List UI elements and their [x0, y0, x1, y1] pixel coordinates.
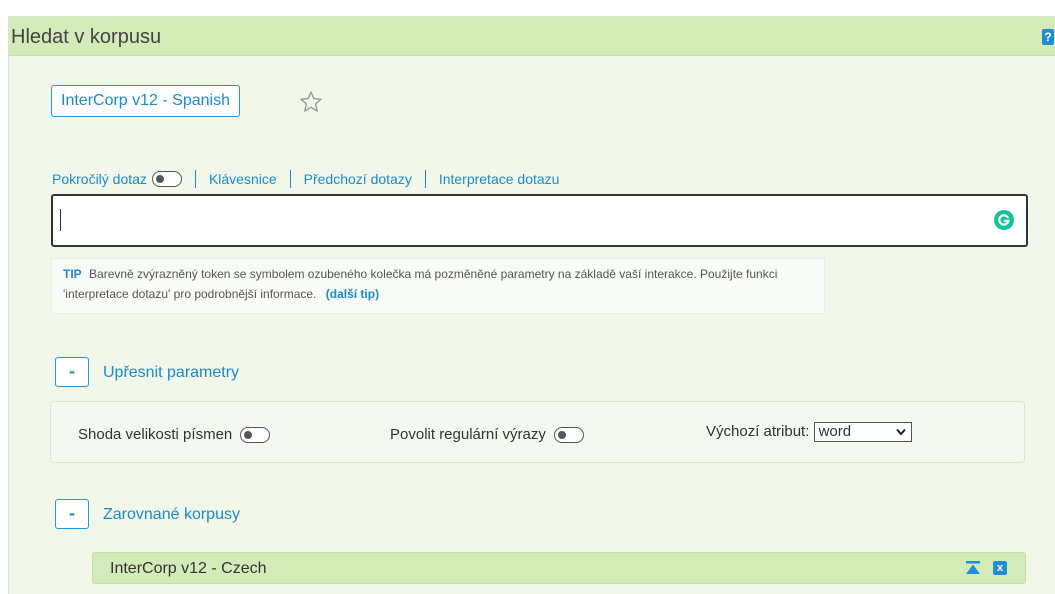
- default-attr-select[interactable]: word: [813, 422, 912, 442]
- advanced-query-link[interactable]: Pokročilý dotaz: [52, 171, 147, 187]
- case-sensitivity-label: Shoda velikosti písmen: [78, 426, 233, 443]
- query-history-link[interactable]: Předchozí dotazy: [304, 171, 412, 187]
- regex-label: Povolit regulární výrazy: [390, 426, 546, 443]
- refine-params-toggle-button[interactable]: -: [55, 357, 89, 387]
- aligned-corpora-title[interactable]: Zarovnané korpusy: [103, 506, 240, 524]
- aligned-corpus-item: InterCorp v12 - Czech x: [92, 552, 1026, 584]
- tip-label: TIP: [63, 267, 82, 281]
- close-icon[interactable]: x: [993, 561, 1007, 575]
- case-sensitivity-toggle[interactable]: [240, 427, 271, 444]
- tip-box: TIP Barevně zvýrazněný token se symbolem…: [51, 258, 825, 314]
- panel-header: Hledat v korpusu ?: [9, 17, 1055, 56]
- link-divider: [424, 170, 426, 188]
- aligned-corpus-name: InterCorp v12 - Czech: [110, 560, 267, 577]
- keyboard-link[interactable]: Klávesnice: [209, 171, 277, 187]
- default-attr-value: word: [818, 423, 852, 440]
- query-links: Pokročilý dotaz Klávesnice Předchozí dot…: [52, 170, 559, 188]
- params-panel: Shoda velikosti písmen Povolit regulární…: [50, 401, 1025, 463]
- next-tip-link[interactable]: (další tip): [326, 287, 379, 301]
- regex-toggle[interactable]: [554, 427, 585, 444]
- toggle-knob: [244, 431, 253, 440]
- text-caret: [60, 209, 61, 231]
- toggle-knob: [558, 431, 567, 440]
- aligned-corpora-toggle-button[interactable]: -: [55, 499, 89, 529]
- tip-text: Barevně zvýrazněný token se symbolem ozu…: [63, 267, 778, 301]
- refine-params-title[interactable]: Upřesnit parametry: [103, 364, 239, 382]
- advanced-query-toggle[interactable]: [151, 171, 182, 187]
- query-input[interactable]: [51, 194, 1028, 247]
- star-icon[interactable]: [299, 90, 323, 114]
- regex-option: Povolit regulární výrazy: [390, 426, 585, 444]
- page-title: Hledat v korpusu: [11, 26, 162, 48]
- move-top-icon[interactable]: [965, 561, 981, 575]
- toggle-knob: [155, 175, 164, 183]
- query-interpretation-link[interactable]: Interpretace dotazu: [439, 171, 560, 187]
- case-sensitivity-option: Shoda velikosti písmen: [78, 426, 271, 444]
- default-attr-option: Výchozí atribut: word: [706, 422, 912, 442]
- link-divider: [194, 170, 196, 188]
- default-attr-label: Výchozí atribut:: [706, 422, 810, 440]
- help-icon[interactable]: ?: [1042, 29, 1054, 45]
- corpus-selector-button[interactable]: InterCorp v12 - Spanish: [51, 85, 240, 117]
- link-divider: [289, 170, 291, 188]
- grammarly-icon[interactable]: [993, 209, 1015, 231]
- chevron-down-icon: [895, 428, 906, 436]
